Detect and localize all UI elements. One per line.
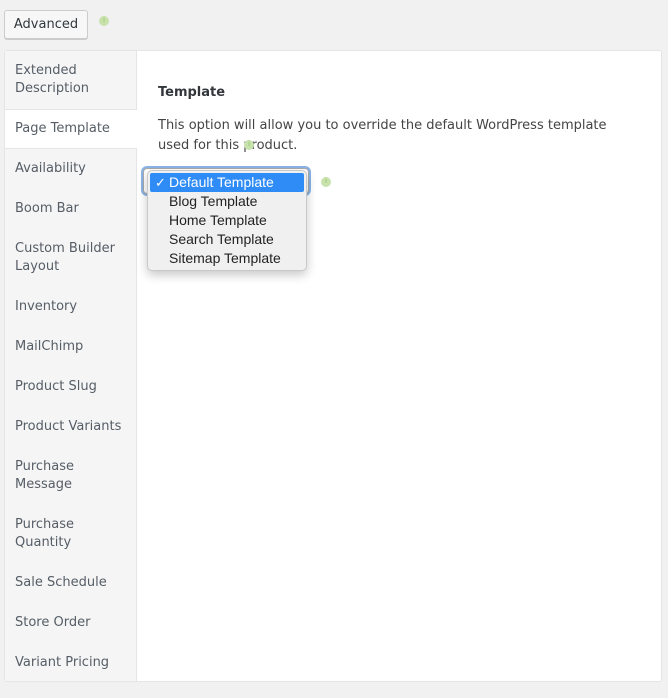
sidebar-item-purchase-quantity[interactable]: Purchase Quantity bbox=[5, 505, 136, 563]
option-blog-template[interactable]: Blog Template bbox=[148, 192, 306, 211]
template-dropdown: ✓ Default Template Blog Template Home Te… bbox=[147, 170, 307, 271]
sidebar-item-product-variants[interactable]: Product Variants bbox=[5, 407, 136, 447]
select-info-icon[interactable]: i bbox=[321, 177, 331, 187]
sidebar-item-extended-description[interactable]: Extended Description bbox=[5, 51, 136, 109]
sidebar-item-boom-bar[interactable]: Boom Bar bbox=[5, 189, 136, 229]
option-default-template[interactable]: ✓ Default Template bbox=[150, 173, 304, 192]
advanced-button[interactable]: Advanced bbox=[4, 10, 88, 39]
field-heading: Template bbox=[158, 85, 226, 100]
option-search-template[interactable]: Search Template bbox=[148, 230, 306, 249]
sidebar-item-inventory[interactable]: Inventory bbox=[5, 287, 136, 327]
sidebar-item-product-slug[interactable]: Product Slug bbox=[5, 367, 136, 407]
sidebar-item-custom-builder-layout[interactable]: Custom Builder Layout bbox=[5, 229, 136, 287]
sidebar-item-purchase-message[interactable]: Purchase Message bbox=[5, 447, 136, 505]
description-info-icon[interactable]: i bbox=[244, 140, 254, 150]
option-home-template[interactable]: Home Template bbox=[148, 211, 306, 230]
sidebar-tabs: Extended Description Page Template Avail… bbox=[5, 51, 137, 681]
checkmark-icon: ✓ bbox=[155, 175, 166, 190]
sidebar-item-mailchimp[interactable]: MailChimp bbox=[5, 327, 136, 367]
option-sitemap-template[interactable]: Sitemap Template bbox=[148, 249, 306, 268]
sidebar-item-store-order[interactable]: Store Order bbox=[5, 603, 136, 643]
sidebar-item-sale-schedule[interactable]: Sale Schedule bbox=[5, 563, 136, 603]
product-options-panel: Extended Description Page Template Avail… bbox=[4, 50, 662, 682]
sidebar-item-variant-pricing[interactable]: Variant Pricing bbox=[5, 643, 136, 683]
sidebar-item-availability[interactable]: Availability bbox=[5, 149, 136, 189]
info-icon[interactable]: i bbox=[99, 16, 109, 26]
sidebar-item-page-template[interactable]: Page Template bbox=[5, 109, 137, 149]
field-description: This option will allow you to override t… bbox=[158, 118, 607, 153]
